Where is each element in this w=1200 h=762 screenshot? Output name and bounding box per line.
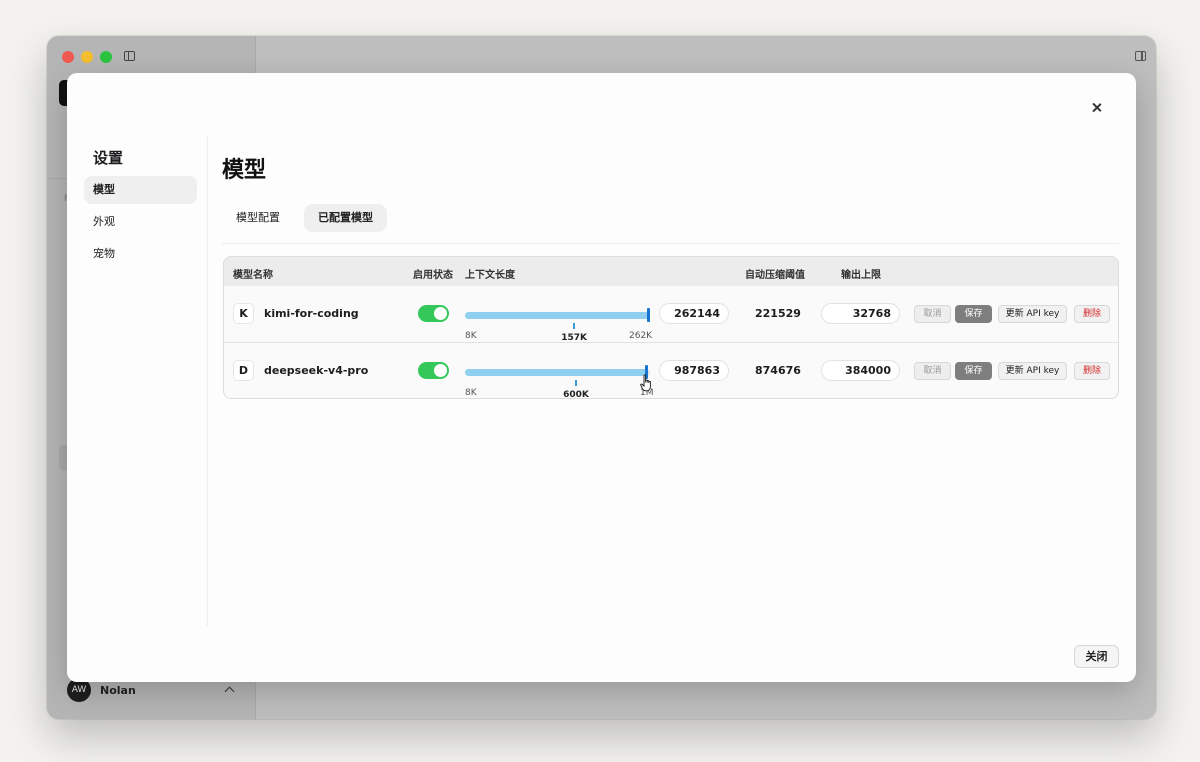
model-name: deepseek-v4-pro	[264, 364, 369, 377]
slider-thumb[interactable]	[647, 308, 650, 322]
slider-fill	[465, 312, 650, 319]
nav-item-appearance[interactable]: 外观	[84, 208, 197, 236]
column-header-enabled: 启用状态	[413, 270, 453, 281]
delete-button[interactable]: 删除	[1074, 305, 1110, 323]
cancel-button[interactable]: 取消	[914, 362, 951, 380]
sidebar-toggle-icon[interactable]	[124, 51, 135, 61]
model-badge: K	[233, 303, 254, 324]
enabled-toggle[interactable]	[418, 362, 449, 379]
tab-configured-models[interactable]: 已配置模型	[304, 204, 387, 232]
settings-modal: 设置 模型 外观 宠物 模型 模型配置 已配置模型 模型名称 启用状态 上下文长…	[67, 73, 1136, 682]
slider-recommended-label: 600K	[563, 390, 589, 399]
right-panel-toggle-icon[interactable]	[1135, 51, 1146, 61]
enabled-toggle[interactable]	[418, 305, 449, 322]
delete-button[interactable]: 删除	[1074, 362, 1110, 380]
compress-threshold-value: 221529	[755, 307, 801, 320]
tabs-divider	[222, 243, 1119, 244]
slider-min-label: 8K	[465, 388, 477, 398]
save-button[interactable]: 保存	[955, 362, 992, 380]
slider-max-label: 262K	[629, 331, 653, 341]
settings-sidebar: 设置 模型 外观 宠物	[84, 136, 208, 626]
context-length-input[interactable]: 987863	[659, 360, 729, 381]
recommended-marker	[575, 380, 577, 386]
update-api-key-button[interactable]: 更新 API key	[998, 305, 1067, 323]
table-row: D deepseek-v4-pro 8K 600K 1M 987863 8746…	[224, 343, 1118, 399]
output-limit-input[interactable]: 32768	[821, 303, 900, 324]
table-row: K kimi-for-coding 8K 157K 262K 262144 22…	[224, 286, 1118, 343]
column-header-output: 输出上限	[841, 270, 881, 281]
save-button[interactable]: 保存	[955, 305, 992, 323]
window-minimize-button[interactable]	[81, 51, 93, 63]
column-header-context: 上下文长度	[465, 270, 515, 281]
slider-min-label: 8K	[465, 331, 477, 341]
chevron-up-icon[interactable]	[224, 686, 235, 697]
pointer-hand-icon	[640, 374, 651, 392]
models-table: 模型名称 启用状态 上下文长度 自动压缩阈值 输出上限 K kimi-for-c…	[223, 256, 1119, 399]
table-header: 模型名称 启用状态 上下文长度 自动压缩阈值 输出上限	[224, 257, 1118, 286]
context-length-slider[interactable]	[465, 308, 650, 322]
page-title: 模型	[222, 158, 267, 183]
user-name: Nolan	[100, 683, 136, 697]
column-header-compress: 自动压缩阈值	[745, 270, 805, 281]
compress-threshold-value: 874676	[755, 364, 801, 377]
model-name: kimi-for-coding	[264, 307, 359, 320]
model-badge: D	[233, 360, 254, 381]
toggle-knob	[434, 307, 447, 320]
cancel-button[interactable]: 取消	[914, 305, 951, 323]
context-length-input[interactable]: 262144	[659, 303, 729, 324]
nav-item-models[interactable]: 模型	[84, 176, 197, 204]
context-length-slider[interactable]	[465, 365, 650, 379]
tab-model-config[interactable]: 模型配置	[222, 204, 294, 232]
column-header-name: 模型名称	[233, 270, 273, 281]
recommended-marker	[573, 323, 576, 329]
output-limit-input[interactable]: 384000	[821, 360, 900, 381]
nav-item-pet[interactable]: 宠物	[84, 240, 197, 268]
window-close-button[interactable]	[62, 51, 74, 63]
settings-title: 设置	[93, 149, 124, 167]
close-dialog-button[interactable]: 关闭	[1074, 645, 1119, 668]
close-icon[interactable]	[1089, 100, 1105, 116]
toggle-knob	[434, 364, 447, 377]
window-zoom-button[interactable]	[100, 51, 112, 63]
slider-fill	[465, 369, 648, 376]
update-api-key-button[interactable]: 更新 API key	[998, 362, 1067, 380]
